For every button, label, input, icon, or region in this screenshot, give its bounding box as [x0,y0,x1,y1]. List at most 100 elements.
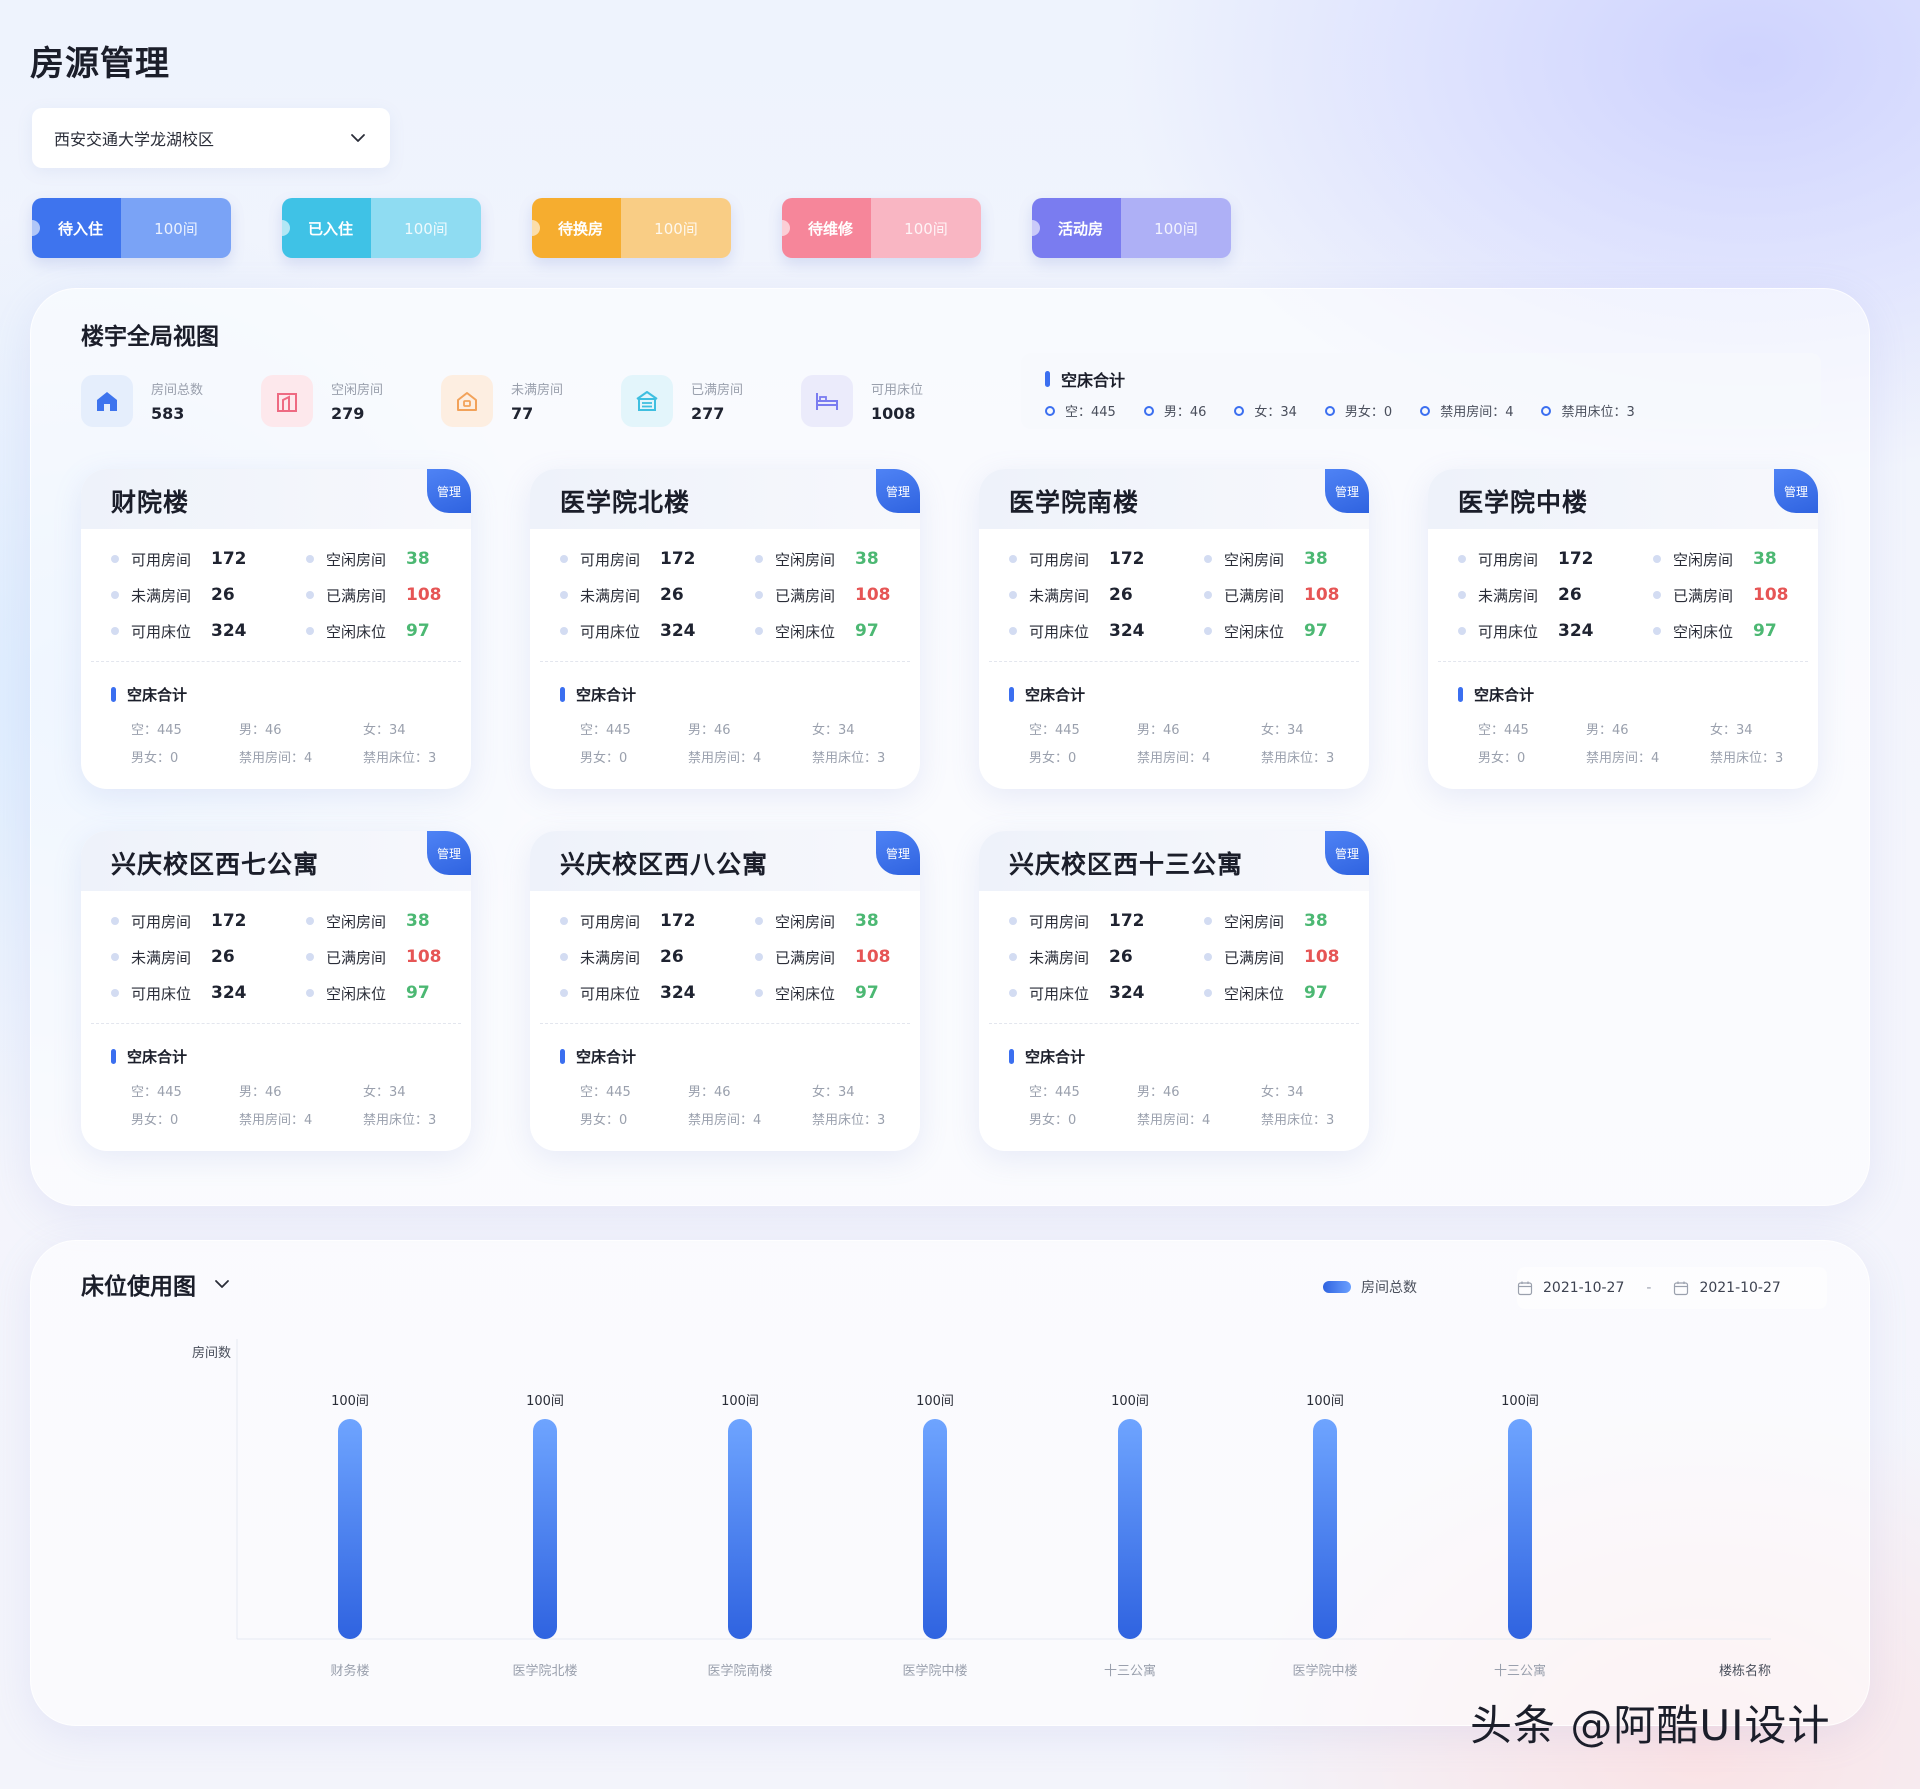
building-stat-label: 未满房间 [1029,586,1090,605]
building-stat-value: 26 [211,585,235,605]
building-stat-value: 172 [1109,549,1145,569]
building-stat-value: 38 [406,911,430,931]
manage-button[interactable]: 管理 [1325,469,1369,513]
building-vacant-title: 空床合计 [1009,1046,1339,1067]
building-stat-value: 324 [1109,621,1145,641]
building-vacant-item: 空：445 [580,723,631,738]
building-stat-label: 空闲房间 [326,550,387,569]
building-stat-label: 未满房间 [131,586,192,605]
building-vacant-title: 空床合计 [1009,684,1339,705]
vacant-total-item: 女：34 [1234,401,1297,420]
x-axis-label: 楼栋名称 [1719,1663,1771,1679]
building-stat-value: 108 [1304,947,1340,967]
building-stat: 空闲房间 38 [306,547,471,571]
status-pill[interactable]: 已入住 100间 [282,198,481,258]
building-vacant-item: 空：445 [580,1085,631,1100]
building-stat: 空闲床位 97 [1204,619,1369,643]
chart-bar [1508,1419,1532,1639]
campus-select[interactable]: 西安交通大学龙湖校区 [32,108,390,168]
building-stat-value: 38 [855,549,879,569]
bed-icon [801,375,853,427]
building-vacant-item: 禁用房间：4 [688,1113,762,1128]
vacant-total-items: 空：445 男：46 女：34 男女：0 禁用房间：4 禁用床位：3 [1045,401,1797,420]
building-stat-value: 108 [406,585,442,605]
home-icon [81,375,133,427]
bar-data-label: 100间 [1501,1394,1539,1409]
building-stat: 未满房间 26 [111,945,306,969]
building-stat-label: 已满房间 [775,586,836,605]
building-stat: 可用房间 172 [111,547,306,571]
building-stat-value: 97 [1304,983,1328,1003]
manage-button[interactable]: 管理 [427,831,471,875]
building-stat-label: 空闲房间 [326,912,387,931]
building-stat-label: 已满房间 [326,586,387,605]
status-pill[interactable]: 活动房 100间 [1032,198,1231,258]
building-stat-label: 空闲床位 [1673,622,1734,641]
building-vacant-item: 男女：0 [580,751,628,766]
building-stat: 未满房间 26 [1009,583,1204,607]
building-vacant-item: 男：46 [1137,1085,1180,1100]
building-stat-label: 可用床位 [1478,622,1539,641]
building-vacant-item: 禁用床位：3 [363,751,437,766]
building-vacant-item: 男：46 [239,1085,282,1100]
building-stat-value: 108 [406,947,442,967]
building-vacant-item: 男女：0 [1478,751,1526,766]
vacant-total-item: 空：445 [1045,401,1116,420]
status-pill-label: 已入住 [282,198,371,258]
building-stat: 可用房间 172 [1009,547,1204,571]
chart-bar [338,1419,362,1639]
building-vacant-item: 禁用床位：3 [812,751,886,766]
manage-button[interactable]: 管理 [876,831,920,875]
building-stat-label: 可用房间 [1029,550,1090,569]
manage-button[interactable]: 管理 [1325,831,1369,875]
building-vacant-title: 空床合计 [111,684,441,705]
building-stat-value: 97 [1753,621,1777,641]
building-stat: 未满房间 26 [1458,583,1653,607]
building-vacant-item: 女：34 [812,723,855,738]
building-stat-value: 108 [855,585,891,605]
manage-button[interactable]: 管理 [1774,469,1818,513]
status-pill-count: 100间 [371,198,481,258]
building-stat-label: 空闲房间 [775,912,836,931]
summary-stat: 可用床位 1008 [801,375,981,427]
building-stat: 已满房间 108 [1204,945,1369,969]
status-pill[interactable]: 待维修 100间 [782,198,981,258]
building-card: 兴庆校区西八公寓 管理 可用房间 172 空闲房间 38 未满房间 26 已满房间 10… [530,831,920,1151]
building-name: 兴庆校区西七公寓 [81,831,471,891]
vacant-total-item: 男：46 [1144,401,1207,420]
building-stat-label: 空闲房间 [1224,912,1285,931]
building-stat: 可用床位 324 [1009,981,1204,1005]
building-stat-value: 97 [406,621,430,641]
building-stat-label: 可用床位 [1029,984,1090,1003]
house-door-icon [441,375,493,427]
building-stat: 未满房间 26 [560,945,755,969]
building-stat-value: 26 [1109,585,1133,605]
building-vacant-item: 禁用床位：3 [812,1113,886,1128]
building-stat-label: 空闲房间 [775,550,836,569]
building-stat: 空闲床位 97 [1204,981,1369,1005]
status-pill-label: 待维修 [782,198,871,258]
x-tick-label: 十三公寓 [1494,1663,1546,1679]
building-stat-value: 172 [1109,911,1145,931]
vacant-total-item: 禁用房间：4 [1420,401,1513,420]
x-tick-label: 十三公寓 [1104,1663,1156,1679]
building-stat-label: 可用房间 [131,912,192,931]
status-pill-count: 100间 [621,198,731,258]
building-stat-label: 可用床位 [580,984,641,1003]
building-stat: 已满房间 108 [755,583,920,607]
building-stat: 空闲床位 97 [755,619,920,643]
building-stat-value: 324 [660,983,696,1003]
house-full-icon [621,375,673,427]
building-stat: 空闲房间 38 [306,909,471,933]
building-stat-label: 空闲房间 [1673,550,1734,569]
building-stat-label: 未满房间 [1478,586,1539,605]
building-vacant-item: 禁用房间：4 [688,751,762,766]
manage-button[interactable]: 管理 [427,469,471,513]
summary-stat: 已满房间 277 [621,375,801,427]
building-card: 财院楼 管理 可用房间 172 空闲房间 38 未满房间 26 已满房间 108 可用床… [81,469,471,789]
status-pill[interactable]: 待换房 100间 [532,198,731,258]
bar-data-label: 100间 [1306,1394,1344,1409]
status-pill[interactable]: 待入住 100间 [32,198,231,258]
manage-button[interactable]: 管理 [876,469,920,513]
building-stat-label: 空闲床位 [775,984,836,1003]
